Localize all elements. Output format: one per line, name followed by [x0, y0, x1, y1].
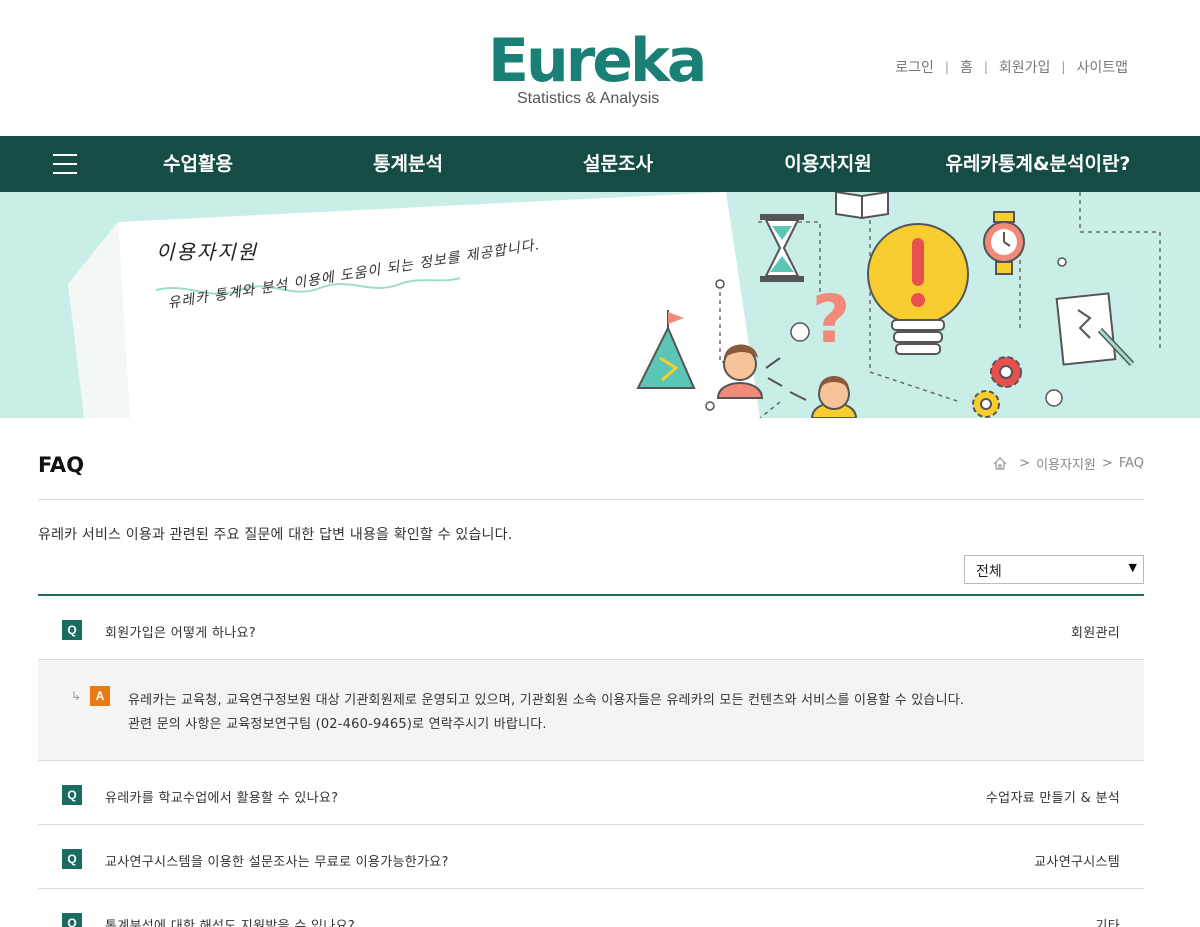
reply-arrow-icon: ↳	[71, 689, 82, 703]
answer-line: 유레카는 교육청, 교육연구정보원 대상 기관회원제로 운영되고 있으며, 기관…	[128, 693, 965, 708]
person-icon	[810, 376, 858, 418]
gear-icon	[972, 356, 1022, 418]
question-mark-icon: ?	[812, 281, 850, 358]
notebook-icon	[1055, 292, 1135, 367]
signup-link[interactable]: 회원가입	[999, 57, 1051, 77]
faq-category: 기타	[1095, 919, 1120, 927]
stopwatch-icon	[983, 211, 1025, 275]
dropdown-arrow-icon: ▼	[1128, 561, 1137, 574]
question-badge: Q	[62, 785, 82, 805]
breadcrumb-item-faq[interactable]: FAQ	[1119, 456, 1144, 471]
nav-item-statistics[interactable]: 통계분석	[373, 136, 443, 192]
logo-wordmark: Eureka	[488, 26, 707, 96]
main-content: FAQ > 이용자지원 > FAQ 유레카 서비스 이용과 관련된 주요 질문에…	[38, 418, 1144, 927]
category-filter-select[interactable]: 전체 ▼	[964, 555, 1144, 584]
nav-item-class-use[interactable]: 수업활용	[163, 136, 233, 192]
breadcrumb-item-user-support[interactable]: 이용자지원	[1036, 454, 1096, 473]
nav-item-user-support[interactable]: 이용자지원	[784, 136, 871, 192]
page-intro: 유레카 서비스 이용과 관련된 주요 질문에 대한 답변 내용을 확인할 수 있…	[38, 527, 513, 543]
breadcrumb: > 이용자지원 > FAQ	[993, 454, 1144, 473]
faq-question-row[interactable]: Q 교사연구시스템을 이용한 설문조사는 무료로 이용가능한가요? 교사연구시스…	[38, 825, 1144, 889]
hamburger-menu-icon[interactable]	[53, 154, 77, 174]
question-badge: Q	[62, 620, 82, 640]
breadcrumb-separator: >	[1019, 456, 1031, 471]
page-banner: ? 이용자지원 유레카 통계와 분석 이용에 도움이 되는 정보를 제공합니다.	[0, 192, 1200, 418]
faq-question-text: 회원가입은 어떻게 하나요?	[105, 626, 256, 641]
utility-links: 로그인 | 홈 | 회원가입 | 사이트맵	[895, 57, 1128, 77]
lightbulb-icon	[867, 223, 969, 355]
page-title: FAQ	[38, 453, 85, 477]
main-nav: 수업활용 통계분석 설문조사 이용자지원 유레카통계&분석이란?	[0, 136, 1200, 192]
question-badge: Q	[62, 913, 82, 927]
page-header: FAQ > 이용자지원 > FAQ	[38, 418, 1144, 500]
faq-list: Q 회원가입은 어떻게 하나요? 회원관리 ↳ A 유레카는 교육청, 교육연구…	[38, 594, 1144, 927]
banner-title: 이용자지원	[156, 240, 258, 264]
question-badge: Q	[62, 849, 82, 869]
answer-line: 관련 문의 사항은 교육정보연구팀 (02-460-9465)로 연락주시기 바…	[128, 717, 547, 732]
faq-answer-text: 유레카는 교육청, 교육연구정보원 대상 기관회원제로 운영되고 있으며, 기관…	[128, 689, 964, 737]
answer-badge: A	[90, 686, 110, 706]
book-icon	[835, 192, 889, 220]
faq-category: 수업자료 만들기 & 분석	[985, 791, 1120, 806]
faq-category: 교사연구시스템	[1034, 855, 1120, 870]
sitemap-link[interactable]: 사이트맵	[1076, 57, 1128, 77]
site-header: Eureka Statistics & Analysis 로그인 | 홈 | 회…	[0, 0, 1200, 136]
breadcrumb-separator: >	[1101, 456, 1113, 471]
nav-item-about[interactable]: 유레카통계&분석이란?	[946, 136, 1131, 192]
category-filter-value: 전체	[976, 564, 1002, 580]
nav-item-survey[interactable]: 설문조사	[583, 136, 653, 192]
faq-question-row[interactable]: Q 통계분석에 대한 해석도 지원받을 수 있나요? 기타	[38, 889, 1144, 927]
eureka-logo[interactable]: Eureka Statistics & Analysis	[488, 26, 707, 108]
faq-question-row[interactable]: Q 회원가입은 어떻게 하나요? 회원관리	[38, 596, 1144, 660]
faq-answer-panel: ↳ A 유레카는 교육청, 교육연구정보원 대상 기관회원제로 운영되고 있으며…	[38, 660, 1144, 761]
home-link[interactable]: 홈	[960, 57, 973, 77]
faq-question-text: 유레카를 학교수업에서 활용할 수 있나요?	[105, 791, 339, 806]
home-icon[interactable]	[993, 457, 1007, 470]
faq-question-text: 통계분석에 대한 해석도 지원받을 수 있나요?	[105, 919, 356, 927]
hourglass-icon	[760, 214, 804, 282]
divider: |	[944, 60, 949, 74]
faq-question-row[interactable]: Q 유레카를 학교수업에서 활용할 수 있나요? 수업자료 만들기 & 분석	[38, 761, 1144, 825]
login-link[interactable]: 로그인	[895, 57, 934, 77]
faq-category: 회원관리	[1070, 626, 1120, 641]
faq-question-text: 교사연구시스템을 이용한 설문조사는 무료로 이용가능한가요?	[105, 855, 449, 870]
divider: |	[983, 60, 988, 74]
divider: |	[1061, 60, 1066, 74]
